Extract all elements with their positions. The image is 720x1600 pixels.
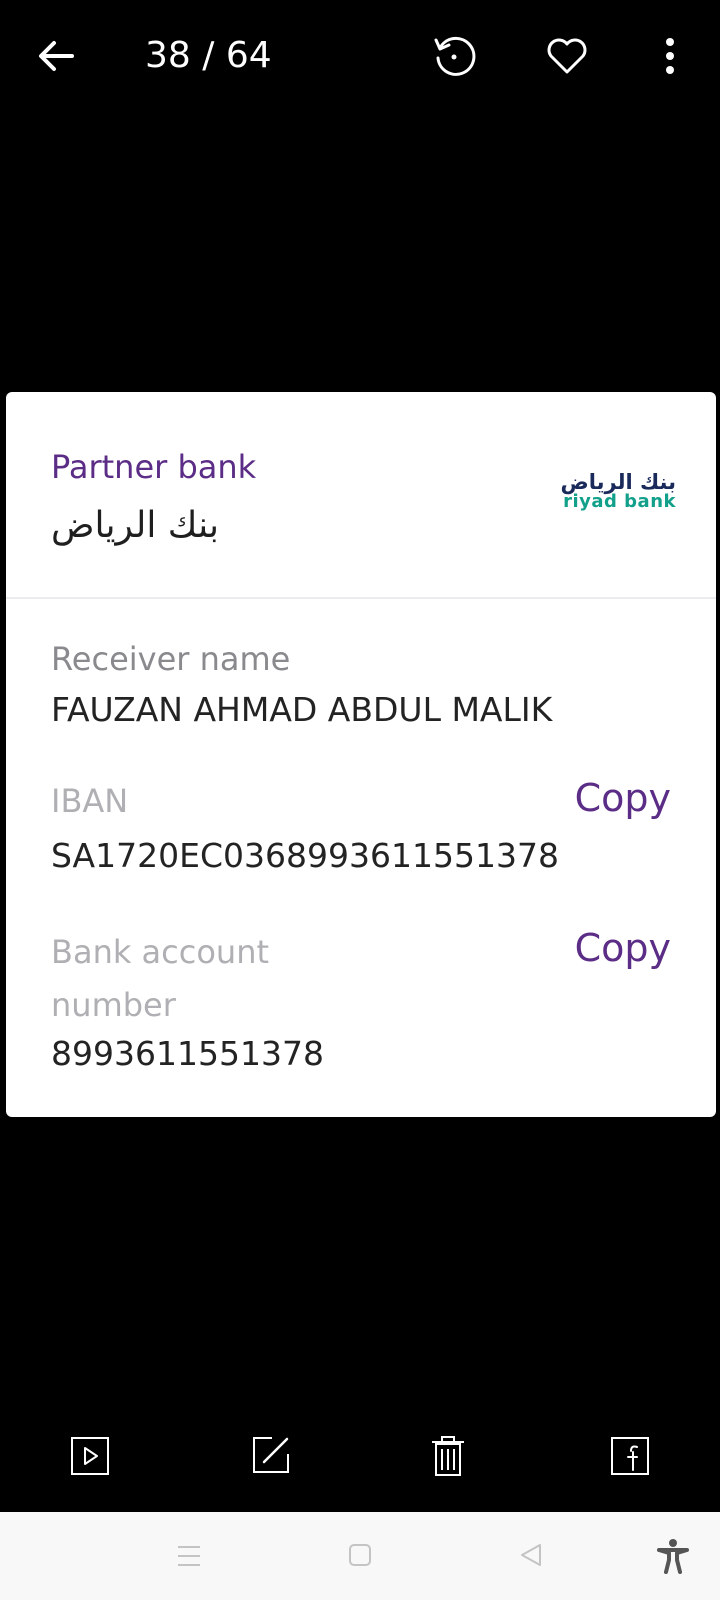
image-counter: 38 / 64 <box>145 35 272 76</box>
back-arrow-icon[interactable] <box>36 36 76 76</box>
riyad-bank-logo: بنك الرياض riyad bank <box>546 470 677 518</box>
partner-bank-section: Partner bank بنك الرياض بنك الرياض riyad… <box>6 392 716 599</box>
system-navigation-bar <box>0 1512 720 1600</box>
iban-label: IBAN <box>51 782 129 820</box>
bank-details-card: Partner bank بنك الرياض بنك الرياض riyad… <box>6 392 716 1117</box>
copy-iban-button[interactable]: Copy <box>575 775 671 821</box>
logo-english-text: riyad bank <box>563 491 676 512</box>
receiver-name-value: FAUZAN AHMAD ABDUL MALIK <box>51 690 553 729</box>
bottom-action-bar <box>0 1420 720 1500</box>
bank-account-label-line2: number <box>51 986 176 1024</box>
bank-account-value: 8993611551378 <box>51 1034 324 1073</box>
bank-account-label-line1: Bank account <box>51 933 270 971</box>
trash-icon[interactable] <box>428 1434 468 1478</box>
receiver-name-label: Receiver name <box>51 640 291 678</box>
more-vert-icon[interactable] <box>664 36 676 76</box>
back-icon[interactable] <box>518 1542 544 1568</box>
home-icon[interactable] <box>348 1543 372 1567</box>
facebook-icon[interactable] <box>610 1436 650 1476</box>
partner-bank-label: Partner bank <box>51 448 257 486</box>
top-toolbar: 38 / 64 <box>0 0 720 115</box>
recent-apps-icon[interactable] <box>176 1544 202 1568</box>
rotate-icon[interactable] <box>432 34 476 78</box>
accessibility-icon[interactable] <box>656 1538 690 1574</box>
partner-bank-name: بنك الرياض <box>51 505 220 546</box>
iban-value: SA1720EC0368993611551378 <box>51 836 559 875</box>
play-icon[interactable] <box>70 1436 110 1476</box>
edit-icon[interactable] <box>250 1434 292 1476</box>
copy-account-button[interactable]: Copy <box>575 925 671 971</box>
heart-icon[interactable] <box>546 36 588 76</box>
